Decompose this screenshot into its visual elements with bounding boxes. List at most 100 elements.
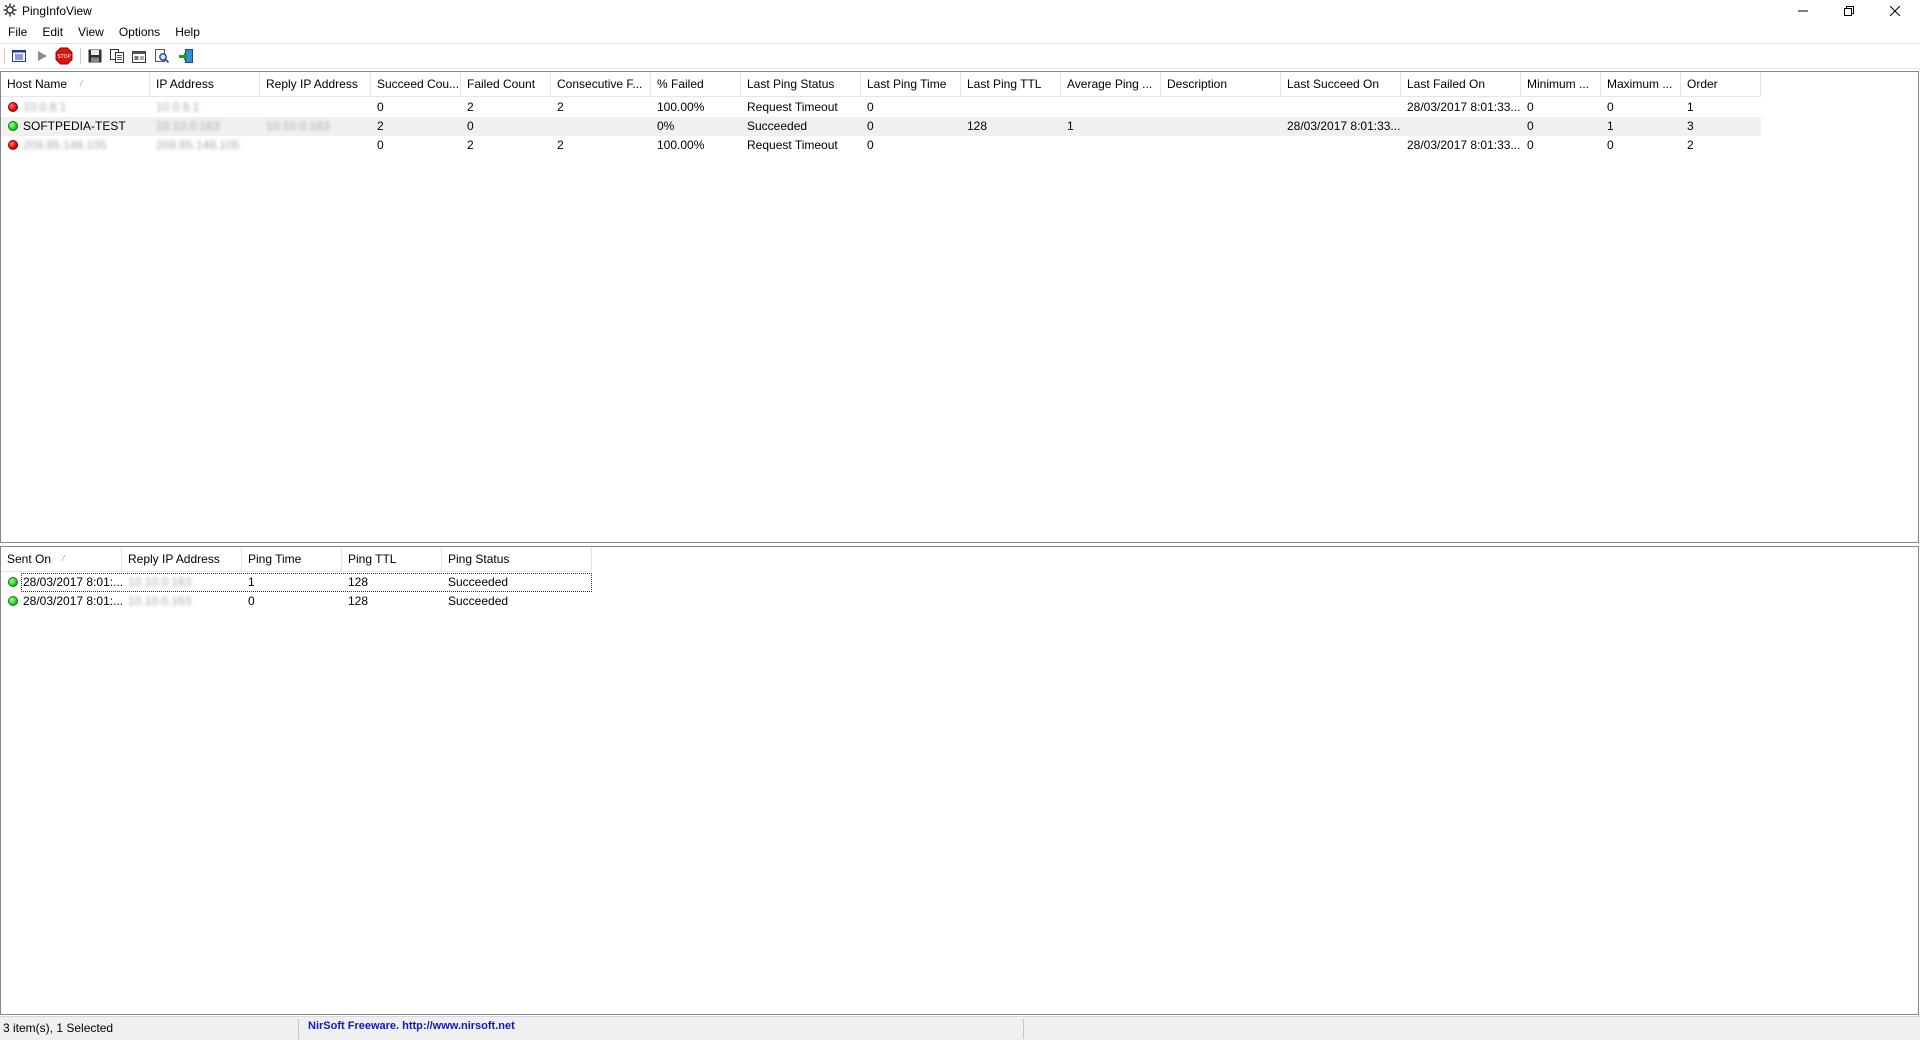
host-row[interactable]: 209.85.148.105 209.85.148.105 0 2 2 100.… (1, 136, 1761, 155)
column-header-minimum[interactable]: Minimum ... (1521, 72, 1601, 96)
last-ping-ttl (961, 136, 1061, 155)
exit-button[interactable] (177, 47, 195, 65)
column-header-last-ping-time[interactable]: Last Ping Time (861, 72, 961, 96)
column-header-ping-time[interactable]: Ping Time (242, 547, 342, 571)
menu-edit[interactable]: Edit (34, 23, 70, 41)
percent-failed: 0% (657, 119, 675, 133)
start-ping-button[interactable] (33, 47, 51, 65)
failed-count: 2 (467, 138, 474, 152)
failed-count: 2 (467, 100, 474, 114)
last-ping-time: 0 (867, 138, 874, 152)
ping-history-list-view[interactable]: Sent On ⁄ Reply IP Address Ping Time Ping… (0, 546, 1919, 1015)
ip-address: 209.85.148.105 (156, 138, 240, 152)
history-row-focused[interactable]: 28/03/2017 8:01:... 10.10.0.163 1 128 Su… (1, 573, 592, 592)
restore-icon (1844, 6, 1854, 16)
minimize-icon (1798, 10, 1808, 12)
copy-icon (110, 49, 124, 63)
status-divider (298, 1019, 299, 1039)
hosts-list-view[interactable]: Host Name ⁄ IP Address Reply IP Address S… (0, 71, 1919, 543)
average-ping: 1 (1067, 119, 1074, 133)
save-icon (88, 49, 102, 63)
column-header-sent-on[interactable]: Sent On ⁄ (1, 547, 122, 571)
ping-time: 0 (248, 594, 255, 608)
app-icon (3, 3, 17, 17)
menu-file[interactable]: File (0, 23, 34, 41)
reply-ip-address (260, 98, 371, 117)
column-header-ping-ttl[interactable]: Ping TTL (342, 547, 442, 571)
ping-ttl: 128 (348, 575, 369, 589)
history-table-header: Sent On ⁄ Reply IP Address Ping Time Ping… (1, 547, 592, 572)
ping-status: Succeeded (448, 575, 509, 589)
status-green-icon (8, 121, 18, 131)
ip-address: 10.0.8.1 (156, 100, 200, 114)
ping-time: 1 (248, 575, 255, 589)
column-header-succeed-count[interactable]: Succeed Cou... (371, 72, 461, 96)
column-header-average-ping[interactable]: Average Ping ... (1061, 72, 1161, 96)
reply-ip-address: 10.10.0.163 (128, 594, 192, 608)
host-name: 209.85.148.105 (23, 138, 107, 152)
maximum: 0 (1607, 100, 1614, 114)
title-bar: PingInfoView (0, 0, 1920, 22)
column-header-order[interactable]: Order (1681, 72, 1761, 96)
find-button[interactable] (153, 47, 171, 65)
restore-button[interactable] (1826, 0, 1872, 22)
average-ping (1061, 98, 1161, 117)
save-button[interactable] (86, 47, 104, 65)
copy-button[interactable] (108, 47, 126, 65)
toolbar-separator (4, 48, 5, 64)
properties-icon (132, 51, 146, 63)
options-list-icon (12, 50, 26, 62)
stop-icon: STOP (55, 47, 73, 65)
host-name: SOFTPEDIA-TEST (23, 119, 126, 133)
column-header-last-ping-ttl[interactable]: Last Ping TTL (961, 72, 1061, 96)
find-icon (155, 49, 170, 64)
column-header-description[interactable]: Description (1161, 72, 1281, 96)
host-row-selected[interactable]: SOFTPEDIA-TEST 10.10.0.163 10.10.0.163 2… (1, 117, 1761, 136)
succeed-count: 0 (377, 100, 384, 114)
sent-on: 28/03/2017 8:01:... (23, 575, 122, 589)
last-failed-on (1401, 117, 1521, 136)
column-header-last-ping-status[interactable]: Last Ping Status (741, 72, 861, 96)
sent-on: 28/03/2017 8:01:... (23, 594, 122, 608)
column-header-ping-status[interactable]: Ping Status (442, 547, 592, 571)
description (1161, 98, 1281, 117)
column-header-last-succeed-on[interactable]: Last Succeed On (1281, 72, 1401, 96)
menu-bar: File Edit View Options Help (0, 23, 1920, 41)
percent-failed: 100.00% (657, 100, 705, 114)
column-header-reply-ip-address[interactable]: Reply IP Address (260, 72, 371, 96)
column-header-consecutive-failed[interactable]: Consecutive F... (551, 72, 651, 96)
host-row[interactable]: 10.0.8.1 10.0.8.1 0 2 2 100.00% Request … (1, 98, 1761, 117)
last-failed-on: 28/03/2017 8:01:33... (1407, 100, 1521, 114)
ip-address: 10.10.0.163 (156, 119, 220, 133)
last-failed-on: 28/03/2017 8:01:33... (1407, 138, 1521, 152)
succeed-count: 0 (377, 138, 384, 152)
order: 2 (1687, 138, 1694, 152)
column-header-percent-failed[interactable]: % Failed (651, 72, 741, 96)
consecutive-failed: 2 (557, 138, 564, 152)
toolbar: STOP (0, 43, 1920, 69)
menu-help[interactable]: Help (167, 23, 207, 41)
column-header-maximum[interactable]: Maximum ... (1601, 72, 1681, 96)
column-header-ip-address[interactable]: IP Address (150, 72, 260, 96)
menu-view[interactable]: View (70, 23, 111, 41)
properties-button[interactable] (130, 47, 148, 65)
minimum: 0 (1527, 119, 1534, 133)
stop-ping-button[interactable]: STOP (55, 47, 73, 65)
status-divider (1023, 1019, 1024, 1039)
minimum: 0 (1527, 100, 1534, 114)
menu-options[interactable]: Options (111, 23, 167, 41)
column-header-failed-count[interactable]: Failed Count (461, 72, 551, 96)
succeed-count: 2 (377, 119, 384, 133)
minimize-button[interactable] (1780, 0, 1826, 22)
nirsoft-link[interactable]: NirSoft Freeware. http://www.nirsoft.net (308, 1020, 515, 1032)
last-succeed-on (1281, 136, 1401, 155)
options-list-button[interactable] (10, 47, 28, 65)
status-item-count: 3 item(s), 1 Selected (3, 1021, 114, 1035)
column-header-reply-ip-address[interactable]: Reply IP Address (122, 547, 242, 571)
column-header-last-failed-on[interactable]: Last Failed On (1401, 72, 1521, 96)
close-button[interactable] (1872, 0, 1918, 22)
status-bar: 3 item(s), 1 Selected NirSoft Freeware. … (0, 1016, 1920, 1040)
history-row[interactable]: 28/03/2017 8:01:... 10.10.0.163 0 128 Su… (1, 592, 592, 611)
column-header-host-name[interactable]: Host Name ⁄ (1, 72, 150, 96)
order: 1 (1687, 100, 1694, 114)
